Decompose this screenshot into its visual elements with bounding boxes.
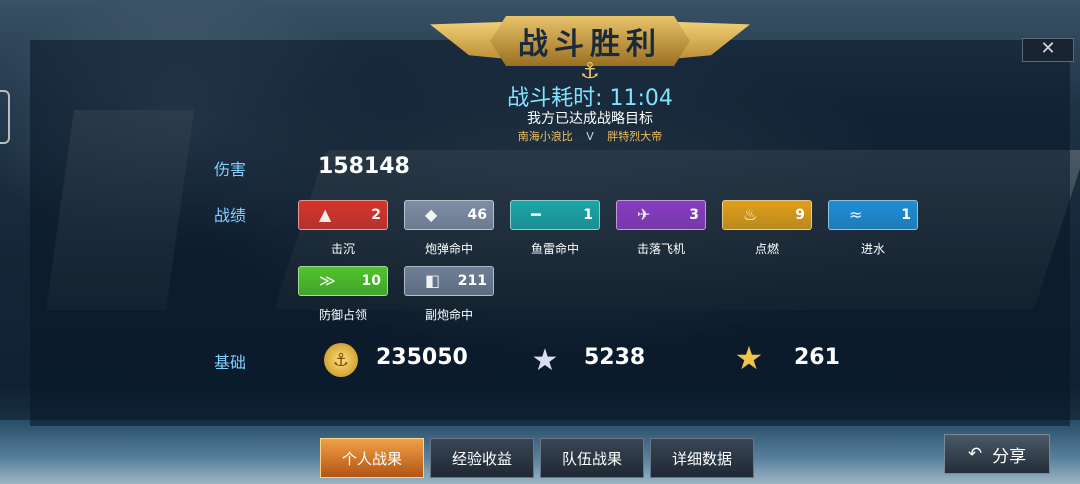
victory-banner: 战斗胜利 ⚓ <box>430 6 750 84</box>
tab-detailed-data[interactable]: 详细数据 <box>650 438 754 478</box>
secondary-gun-hit-icon: ◧ <box>425 271 441 290</box>
share-icon: ↶ <box>967 444 983 464</box>
achievement-label: 炮弹命中 <box>424 242 473 256</box>
flooding-icon: ≈ <box>849 205 863 224</box>
achievement-badge[interactable]: ≈1 <box>828 200 918 230</box>
coins-value: 235050 <box>376 345 468 370</box>
torpedo-hit-icon: ━ <box>531 205 541 224</box>
tab-team-results[interactable]: 队伍战果 <box>540 438 644 478</box>
achievement-count: 1 <box>583 207 593 223</box>
achievement-badge[interactable]: ♨ 9 <box>722 200 812 230</box>
achievement-item: ≫ 10 防御占领 <box>298 266 388 323</box>
achievement-badge[interactable]: ▲ 2 <box>298 200 388 230</box>
achievement-badge[interactable]: ≫ 10 <box>298 266 388 296</box>
gold-star-icon: ★ <box>734 339 764 377</box>
achievement-label: 进水 <box>860 242 885 256</box>
damage-value: 158148 <box>318 154 410 179</box>
achievement-item: ♨ 9 点燃 <box>722 200 812 257</box>
gold-coin-icon: ⚓ <box>324 343 358 377</box>
achievement-item: ▲ 2 击沉 <box>298 200 388 257</box>
achievement-label: 鱼雷命中 <box>530 242 579 256</box>
achievement-item: ◧ 211 副炮命中 <box>404 266 494 323</box>
player-right-name: 胖特烈大帝 <box>607 130 663 143</box>
achievement-label: 防御占领 <box>318 308 367 322</box>
achievement-badge[interactable]: ✈ 3 <box>616 200 706 230</box>
achievement-item: ━ 1 鱼雷命中 <box>510 200 600 257</box>
achievement-count: 2 <box>371 207 381 223</box>
achievement-label: 击沉 <box>330 242 355 256</box>
tab-personal-results[interactable]: 个人战果 <box>320 438 424 478</box>
xp-value: 5238 <box>584 345 646 370</box>
achievement-count: 10 <box>361 273 381 289</box>
commander-xp-value: 261 <box>794 345 840 370</box>
close-button[interactable]: ✕ <box>1022 38 1074 62</box>
plane-shot-icon: ✈ <box>637 205 651 224</box>
achievements-label: 战绩 <box>214 206 247 225</box>
players-line: 南海小浪比 V 胖特烈大帝 <box>430 128 750 144</box>
vs-label: V <box>586 130 594 143</box>
achievement-badge[interactable]: ◆ 46 <box>404 200 494 230</box>
achievement-item: ✈ 3 击落飞机 <box>616 200 706 257</box>
fire-icon: ♨ <box>743 205 758 224</box>
achievement-item: ≈1 进水 <box>828 200 918 257</box>
defend-capture-icon: ≫ <box>319 271 336 290</box>
achievement-label: 副炮命中 <box>424 308 473 322</box>
shell-hit-icon: ◆ <box>425 205 438 224</box>
achievement-count: 3 <box>689 207 699 223</box>
achievement-count: 211 <box>457 273 487 289</box>
damage-label: 伤害 <box>214 160 247 179</box>
player-left-name: 南海小浪比 <box>517 130 573 143</box>
tab-xp-gains[interactable]: 经验收益 <box>430 438 534 478</box>
achievement-badge[interactable]: ━ 1 <box>510 200 600 230</box>
share-button[interactable]: ↶ 分享 <box>944 434 1050 474</box>
share-label: 分享 <box>992 446 1027 467</box>
achievement-badge[interactable]: ◧ 211 <box>404 266 494 296</box>
battle-result-text: 我方已达成战略目标 <box>527 111 653 127</box>
achievement-label: 点燃 <box>754 242 779 256</box>
achievement-label: 击落飞机 <box>636 242 685 256</box>
base-label: 基础 <box>214 353 247 372</box>
achievement-item: ◆ 46 炮弹命中 <box>404 200 494 257</box>
silver-star-icon: ★ <box>531 342 559 378</box>
achievement-count: 9 <box>795 207 805 223</box>
sunk-ship-icon: ▲ <box>319 205 332 224</box>
achievement-count: 1 <box>901 207 911 223</box>
achievement-count: 46 <box>467 207 487 223</box>
side-handle[interactable] <box>0 90 10 144</box>
result-tabs: 个人战果 经验收益 队伍战果 详细数据 <box>320 438 754 480</box>
